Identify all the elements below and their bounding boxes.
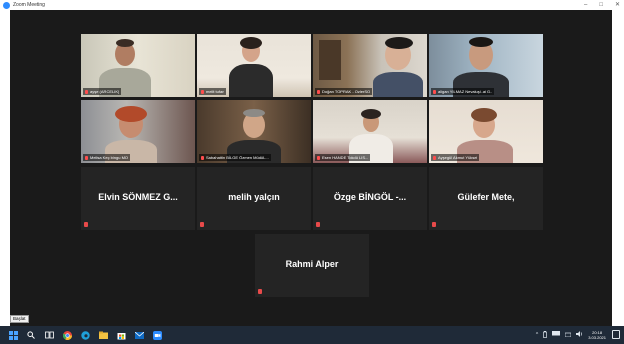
video-nameplate: Sabahattin BİLGE Özmen MüdüL... [199,154,271,161]
participant-name: melit tufan [206,89,225,94]
participant-hair [115,106,147,122]
participant-body [373,72,423,97]
mail-icon[interactable] [134,330,144,340]
zoom-taskbar-icon[interactable] [152,330,162,340]
participant-name-label: Elvin SÖNMEZ G... [98,192,178,202]
video-tile-3[interactable]: Doğan TOPRAK - OzlerSO [313,34,427,97]
participant-name-label: melih yalçın [228,192,280,202]
participant-hair [471,108,497,122]
participant-name: Sabahattin BİLGE Özmen MüdüL... [206,155,269,160]
muted-mic-icon [317,155,320,160]
maximize-button[interactable]: □ [599,0,603,10]
muted-mic-icon [84,222,88,227]
participant-hair [469,37,493,47]
participant-name: Ayşegül Akmut Yüksel [438,155,478,160]
video-tile-4[interactable]: aligan YILMAZ Nevaluşi..ai G.. [429,34,543,97]
network-icon[interactable] [552,331,561,339]
file-explorer-icon[interactable] [98,330,108,340]
clock[interactable]: 20:18 3.03.2021 [588,330,606,340]
video-nameplate: melit tufan [199,88,227,95]
muted-mic-icon [258,289,262,294]
participant-name-label: Gülefer Mete, [457,192,515,202]
participant-name-label: Rahmi Alper [285,259,339,269]
system-tray: ^ 20:18 3.03.2021 [536,326,606,344]
video-nameplate: Doğan TOPRAK - OzlerSO [315,88,373,95]
muted-mic-icon [433,155,436,160]
window-titlebar[interactable]: Zoom Meeting – □ ✕ [0,0,624,10]
name-tile-1[interactable]: Elvin SÖNMEZ G... [81,167,195,230]
screen: Zoom Meeting – □ ✕ ayşe (ARCELIK) melit … [0,0,624,344]
minimize-button[interactable]: – [584,0,587,10]
close-button[interactable]: ✕ [615,0,620,10]
start-tooltip: Başlat [10,315,29,323]
battery-icon[interactable] [543,330,548,340]
muted-mic-icon [201,155,204,160]
video-nameplate: Esen HANDE Tokdü LIS... [315,154,371,161]
video-nameplate: Melisa Keç bingu MO [83,154,131,161]
participant-name: ayşe (ARCELIK) [90,89,120,94]
participant-hair [361,109,381,119]
muted-mic-icon [201,89,204,94]
name-tile-4[interactable]: Gülefer Mete, [429,167,543,230]
zoom-logo-icon [3,1,10,9]
name-tile-3[interactable]: Özge BİNGÖL -... [313,167,427,230]
muted-mic-icon [317,89,320,94]
participant-hair [116,39,134,47]
video-tile-8[interactable]: Ayşegül Akmut Yüksel [429,100,543,163]
participant-body [229,64,273,97]
window-title: Zoom Meeting [13,2,45,8]
video-tile-2[interactable]: melit tufan [197,34,311,97]
participant-name-label: Özge BİNGÖL -... [333,192,407,202]
volume-icon[interactable] [576,331,583,339]
participant-name: Doğan TOPRAK - OzlerSO [322,89,371,94]
video-tile-5[interactable]: Melisa Keç bingu MO [81,100,195,163]
muted-mic-icon [433,89,436,94]
edge-icon[interactable] [80,330,90,340]
participant-name: Melisa Keç bingu MO [90,155,129,160]
taskbar: ^ 20:18 3.03.2021 [0,326,624,344]
chevron-up-icon[interactable]: ^ [536,332,538,338]
search-icon[interactable] [26,330,36,340]
window-controls: – □ ✕ [584,0,620,10]
muted-mic-icon [200,222,204,227]
video-nameplate: Ayşegül Akmut Yüksel [431,154,480,161]
video-nameplate: aligan YILMAZ Nevaluşi..ai G.. [431,88,495,95]
name-tile-2[interactable]: melih yalçın [197,167,311,230]
bookshelf [319,40,341,80]
muted-mic-icon [85,155,88,160]
participant-name: aligan YILMAZ Nevaluşi..ai G.. [438,89,493,94]
participant-hair [240,37,262,49]
muted-mic-icon [85,89,88,94]
gallery-view: ayşe (ARCELIK) melit tufan Doğan TOPRAK … [10,10,612,326]
video-nameplate: ayşe (ARCELIK) [83,88,122,95]
video-tile-1[interactable]: ayşe (ARCELIK) [81,34,195,97]
video-tile-7[interactable]: Esen HANDE Tokdü LIS... [313,100,427,163]
notification-center-icon[interactable] [612,330,620,339]
muted-mic-icon [432,222,436,227]
chrome-icon[interactable] [62,330,72,340]
windows-start-icon[interactable] [8,330,18,340]
video-tile-6[interactable]: Sabahattin BİLGE Özmen MüdüL... [197,100,311,163]
task-view-icon[interactable] [44,330,54,340]
muted-mic-icon [316,222,320,227]
store-icon[interactable] [116,330,126,340]
clock-date: 3.03.2021 [588,335,606,340]
name-tile-5[interactable]: Rahmi Alper [255,234,369,297]
participant-hair [385,37,413,49]
keyboard-icon[interactable] [564,332,572,339]
participant-name: Esen HANDE Tokdü LIS... [322,155,369,160]
participant-hair [243,109,265,117]
